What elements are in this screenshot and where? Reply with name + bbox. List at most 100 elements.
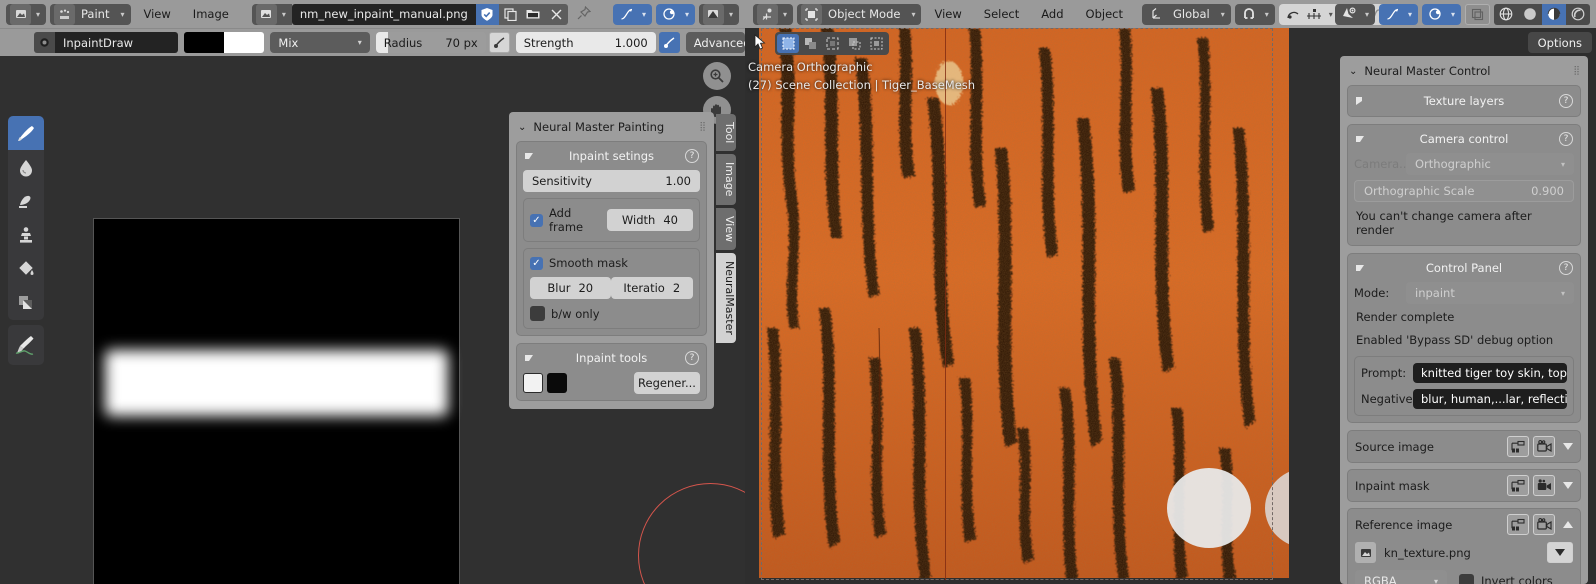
brush-preview-icon[interactable]	[34, 32, 55, 53]
sensitivity-field[interactable]: Sensitivity 1.00	[523, 170, 700, 192]
mask-tool[interactable]	[8, 286, 44, 320]
help-icon[interactable]: ?	[685, 149, 699, 163]
image-filename[interactable]: nm_new_inpaint_manual.png	[291, 3, 476, 25]
control-panel-header[interactable]: Control Panel ?	[1354, 260, 1574, 276]
help-icon[interactable]: ?	[1559, 132, 1573, 146]
smear-tool[interactable]	[8, 184, 44, 218]
close-icon[interactable]	[544, 3, 568, 25]
tweak-select-icon[interactable]	[777, 34, 799, 53]
texture-layers-section[interactable]: Texture layers ?	[1347, 85, 1581, 117]
tab-image[interactable]: Image	[716, 154, 736, 205]
wireframe-icon[interactable]	[1494, 3, 1518, 25]
primary-color-swatch[interactable]	[184, 32, 225, 53]
mode-selector[interactable]: inpaint ▾	[1406, 282, 1574, 304]
copy-icon[interactable]	[498, 3, 522, 25]
solid-icon[interactable]	[1518, 3, 1542, 25]
inpaint-settings-header[interactable]: Inpaint setings ?	[523, 148, 700, 164]
lasso-select-icon[interactable]	[843, 34, 865, 53]
collapse-triangle-icon[interactable]	[1356, 265, 1364, 271]
gizmo-toggle[interactable]: ▾	[1378, 3, 1418, 25]
menu-object[interactable]: Object	[1077, 4, 1132, 24]
inpaint-tools-header[interactable]: Inpaint tools ?	[523, 350, 700, 366]
xray-icon[interactable]	[1465, 3, 1490, 25]
collapse-triangle-icon[interactable]	[525, 355, 533, 361]
link-icon[interactable]	[1507, 475, 1529, 496]
add-frame-checkbox[interactable]: ✓	[530, 213, 543, 227]
paint-mode-selector[interactable]: Paint ▾	[50, 3, 131, 25]
menu-add[interactable]: Add	[1032, 4, 1072, 24]
overlays-toggle[interactable]: ▾	[1421, 3, 1461, 25]
collapse-triangle-icon[interactable]	[1356, 136, 1364, 142]
expand-slot-icon[interactable]	[1563, 482, 1573, 489]
orthographic-scale-field[interactable]: Orthographic Scale 0.900	[1354, 180, 1574, 202]
help-icon[interactable]: ?	[685, 351, 699, 365]
advanced-button[interactable]: Advanced	[685, 32, 746, 53]
regenerate-button[interactable]: Regener...	[634, 372, 700, 394]
camera-control-header[interactable]: Camera control ?	[1354, 131, 1574, 147]
camera-on-icon[interactable]	[1533, 475, 1555, 496]
soften-tool[interactable]	[8, 150, 44, 184]
transform-orientation-selector[interactable]: Global ▾	[1142, 3, 1231, 25]
circle-select-icon[interactable]	[821, 34, 843, 53]
menu-select[interactable]: Select	[975, 4, 1028, 24]
color-space-selector[interactable]: RGBA ▾	[1355, 570, 1447, 584]
black-color-button[interactable]	[547, 373, 567, 393]
menu-view[interactable]: View	[925, 4, 970, 24]
proportional-edit-toggle[interactable]: ▾	[1278, 3, 1339, 25]
snap-selector[interactable]: ▾	[1234, 3, 1275, 25]
draw-brush-tool[interactable]	[8, 116, 44, 150]
tab-tool[interactable]: Tool	[716, 114, 736, 152]
strength-slider[interactable]: Strength 1.000	[515, 32, 656, 53]
link-icon[interactable]	[1507, 514, 1529, 535]
collapse-triangle-icon[interactable]	[525, 153, 533, 159]
expand-slot-icon[interactable]	[1563, 443, 1573, 450]
negative-prompt-input[interactable]: blur, human,...lar, reflection	[1413, 389, 1567, 409]
chevron-down-icon[interactable]	[1547, 542, 1573, 563]
smooth-mask-checkbox[interactable]: ✓	[530, 256, 543, 270]
image-canvas[interactable]: ⌄ Neural Master Painting ⣿ Inpaint setin…	[0, 56, 783, 584]
iterations-field[interactable]: Iteratio 2	[610, 277, 693, 299]
bw-only-checkbox[interactable]	[530, 306, 545, 321]
tab-view[interactable]: View	[716, 207, 736, 250]
menu-view[interactable]: View	[135, 4, 180, 24]
box-select-icon[interactable]	[799, 34, 821, 53]
reference-image-filename[interactable]: kn_texture.png	[1384, 546, 1543, 560]
pin-icon[interactable]	[577, 5, 592, 23]
camera-off-icon[interactable]	[1533, 514, 1555, 535]
frame-width-field[interactable]: Width 40	[606, 209, 693, 231]
add-frame-checkbox-row[interactable]: ✓ Add frame	[530, 206, 607, 234]
material-preview-icon[interactable]	[1542, 3, 1566, 25]
folder-icon[interactable]	[521, 3, 545, 25]
rendered-icon[interactable]	[1566, 3, 1590, 25]
white-color-button[interactable]	[523, 373, 543, 393]
display-channels-icon[interactable]: ▾	[698, 3, 739, 25]
zoom-button[interactable]	[703, 62, 731, 90]
clone-tool[interactable]	[8, 218, 44, 252]
shield-icon[interactable]	[475, 3, 499, 25]
tab-neuralmaster[interactable]: NeuralMaster	[716, 252, 736, 343]
image-datablock-selector[interactable]: ▾	[251, 3, 292, 25]
help-icon[interactable]: ?	[1559, 261, 1573, 275]
expand-triangle-icon[interactable]	[1356, 97, 1362, 105]
camera-type-selector[interactable]: Orthographic ▾	[1406, 153, 1574, 175]
help-icon[interactable]: ?	[1559, 94, 1573, 108]
overlay-icon[interactable]: ▾	[655, 3, 695, 25]
menu-image[interactable]: Image	[184, 4, 238, 24]
brush-name[interactable]: InpaintDraw	[55, 32, 179, 53]
blend-mode-selector[interactable]: Mix ▾	[270, 32, 370, 53]
editor-type-selector[interactable]: ▾	[753, 3, 794, 25]
panel-title-row[interactable]: ⌄ Neural Master Control ⣿	[1347, 62, 1581, 85]
blur-field[interactable]: Blur 20	[530, 277, 611, 299]
bw-only-checkbox-row[interactable]: b/w only	[530, 306, 693, 321]
visibility-selector[interactable]: ▾	[1334, 3, 1375, 25]
extend-select-icon[interactable]	[865, 34, 887, 53]
invert-colors-checkbox[interactable]	[1459, 573, 1474, 584]
strength-pressure-icon[interactable]	[658, 32, 680, 53]
editor-type-selector[interactable]: ▾	[6, 3, 47, 25]
collapse-slot-icon[interactable]	[1563, 521, 1573, 528]
radius-pressure-icon[interactable]	[488, 32, 510, 53]
object-mode-selector[interactable]: Object Mode ▾	[797, 3, 922, 25]
panel-title-row[interactable]: ⌄ Neural Master Painting ⣿	[516, 118, 707, 141]
secondary-color-swatch[interactable]	[224, 32, 265, 53]
link-icon[interactable]	[1507, 436, 1529, 457]
